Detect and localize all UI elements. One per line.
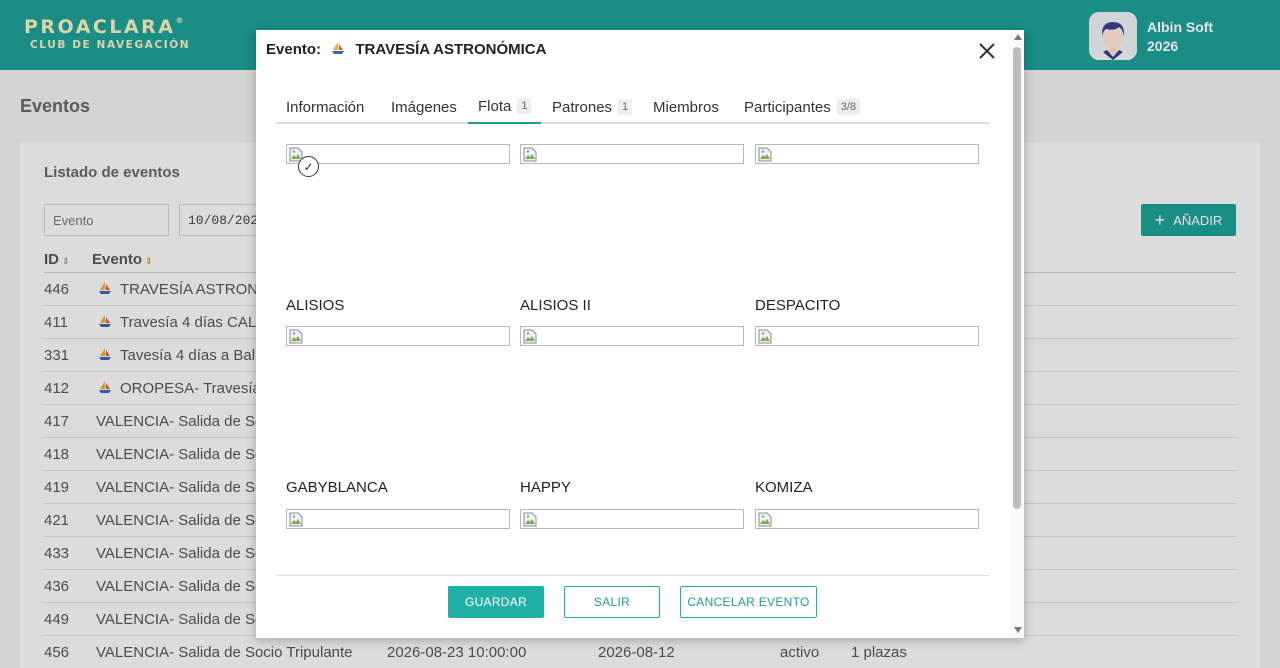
- tab-imagenes[interactable]: Imágenes: [381, 90, 467, 124]
- boat-name: GABYBLANCA: [286, 479, 388, 496]
- scroll-thumb[interactable]: [1013, 47, 1021, 509]
- modal-footer-divider: [276, 575, 989, 576]
- boat-name: ALISIOS II: [520, 297, 591, 314]
- tab-flota[interactable]: Flota 1: [468, 90, 542, 124]
- scroll-down-arrow-icon[interactable]: [1014, 627, 1022, 633]
- broken-image-icon: [523, 512, 537, 527]
- boat-name: DESPACITO: [755, 297, 841, 314]
- event-modal: Evento: TRAVESÍA ASTRONÓMICA Información…: [256, 30, 1024, 638]
- boat-image[interactable]: [755, 326, 979, 346]
- tab-count-badge: 1: [618, 99, 633, 115]
- scroll-up-arrow-icon[interactable]: [1014, 34, 1022, 40]
- modal-title: Evento: TRAVESÍA ASTRONÓMICA: [266, 41, 546, 58]
- tab-participantes[interactable]: Participantes 3/8: [734, 90, 870, 124]
- check-circle-icon[interactable]: ✓: [298, 156, 319, 177]
- boat-image[interactable]: [520, 144, 744, 164]
- cancel-event-button[interactable]: CANCELAR EVENTO: [680, 586, 817, 618]
- broken-image-icon: [758, 147, 772, 162]
- tab-informacion[interactable]: Información: [276, 90, 374, 124]
- sailboat-icon: [332, 42, 345, 54]
- broken-image-icon: [523, 329, 537, 344]
- exit-button[interactable]: SALIR: [564, 586, 660, 618]
- broken-image-icon: [758, 512, 772, 527]
- modal-scrollbar[interactable]: [1010, 30, 1024, 638]
- tab-miembros[interactable]: Miembros: [643, 90, 729, 124]
- close-icon[interactable]: [978, 42, 996, 60]
- boat-image[interactable]: [286, 144, 510, 164]
- broken-image-icon: [289, 329, 303, 344]
- boat-image[interactable]: [755, 509, 979, 529]
- boat-image[interactable]: [286, 326, 510, 346]
- boat-image[interactable]: [286, 509, 510, 529]
- modal-event-name: TRAVESÍA ASTRONÓMICA: [355, 41, 547, 58]
- boat-image[interactable]: [520, 509, 744, 529]
- broken-image-icon: [523, 147, 537, 162]
- broken-image-icon: [289, 512, 303, 527]
- boat-image[interactable]: [520, 326, 744, 346]
- save-button[interactable]: GUARDAR: [448, 586, 544, 618]
- boat-image[interactable]: [755, 144, 979, 164]
- tab-count-badge: 3/8: [836, 99, 861, 115]
- boat-name: HAPPY: [520, 479, 571, 496]
- boat-name: ALISIOS: [286, 297, 345, 314]
- modal-title-label: Evento:: [266, 41, 322, 58]
- modal-tabs: Información Imágenes Flota 1 Patrones 1 Mi…: [276, 90, 989, 124]
- broken-image-icon: [758, 329, 772, 344]
- tab-patrones[interactable]: Patrones 1: [542, 90, 642, 124]
- boat-name: KOMIZA: [755, 479, 813, 496]
- tab-count-badge: 1: [517, 98, 532, 114]
